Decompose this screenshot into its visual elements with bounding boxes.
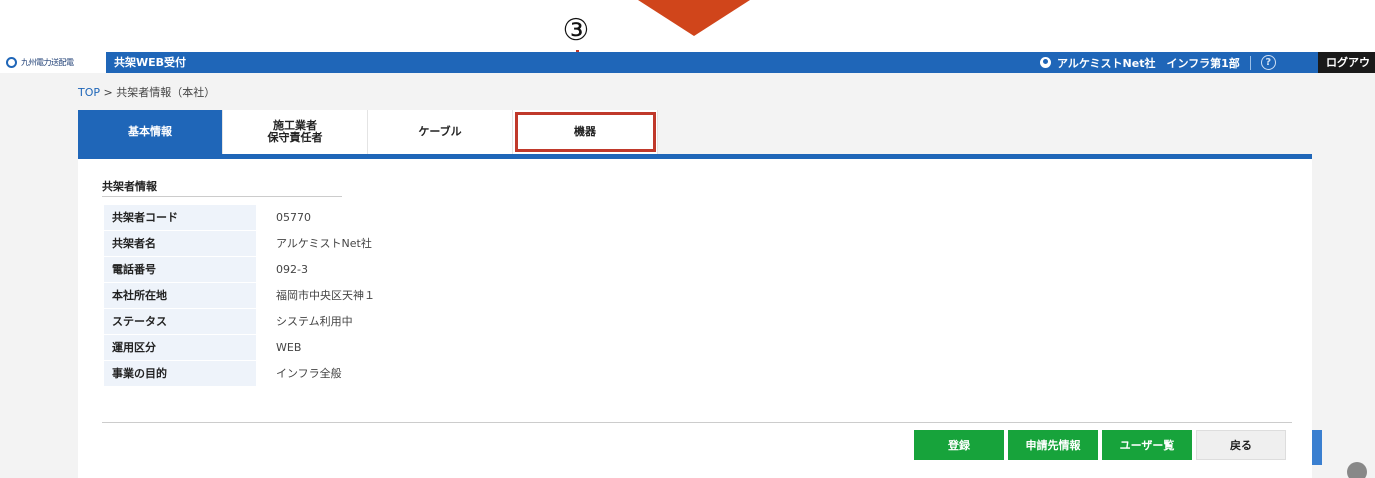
action-buttons: 登録 申請先情報 ユーザー覧 戻る (914, 430, 1286, 460)
row-value: アルケミストNet社 (276, 237, 372, 250)
breadcrumb: TOP > 共架者情報（本社） (78, 84, 215, 100)
table-row: ステータス システム利用中 (104, 309, 704, 334)
row-label: 運用区分 (104, 335, 256, 360)
table-row: 本社所在地 福岡市中央区天神１ (104, 283, 704, 308)
scroll-top-icon[interactable] (1347, 462, 1367, 478)
annotation-step-marker: ③ (554, 14, 598, 48)
tab-basic-info[interactable]: 基本情報 (78, 110, 223, 154)
company-logo[interactable]: 九州電力送配電 (0, 52, 106, 73)
row-label: ステータス (104, 309, 256, 334)
tab-cable[interactable]: ケーブル (368, 110, 513, 154)
help-icon[interactable]: ? (1260, 55, 1276, 70)
row-value: インフラ全般 (276, 367, 342, 380)
row-label: 共架者コード (104, 205, 256, 230)
table-row: 事業の目的 インフラ全般 (104, 361, 704, 386)
register-button[interactable]: 登録 (914, 430, 1004, 460)
row-label: 本社所在地 (104, 283, 256, 308)
user-icon (1040, 57, 1051, 68)
row-value: 05770 (276, 211, 311, 224)
row-value: 092-3 (276, 263, 308, 276)
tab-contractor-label: 施工業者 保守責任者 (267, 119, 323, 144)
logo-text: 九州電力送配電 (21, 58, 74, 67)
table-row: 電話番号 092-3 (104, 257, 704, 282)
table-row: 運用区分 WEB (104, 335, 704, 360)
row-value: WEB (276, 341, 302, 354)
tab-equipment[interactable]: 機器 (513, 110, 658, 154)
annotation-triangle (638, 0, 750, 36)
app-title: 共架WEB受付 (114, 56, 187, 69)
top-bar: 九州電力送配電 共架WEB受付 アルケミストNet社 インフラ第1部 ? ログア… (0, 52, 1375, 73)
row-value: システム利用中 (276, 315, 353, 328)
side-accent (1312, 430, 1322, 465)
breadcrumb-home-link[interactable]: TOP (78, 86, 100, 99)
tab-contractor[interactable]: 施工業者 保守責任者 (223, 110, 368, 154)
logo-circle-icon (6, 57, 17, 68)
user-info: アルケミストNet社 インフラ第1部 ? (1040, 52, 1276, 73)
header-divider (1249, 55, 1251, 70)
table-row: 共架者コード 05770 (104, 205, 704, 230)
breadcrumb-separator: > (100, 86, 117, 99)
tab-bar: 基本情報 施工業者 保守責任者 ケーブル 機器 (78, 110, 658, 154)
info-table: 共架者コード 05770 共架者名 アルケミストNet社 電話番号 092-3 … (104, 205, 704, 387)
section-divider (102, 196, 342, 197)
row-label: 共架者名 (104, 231, 256, 256)
logout-button[interactable]: ログアウ (1318, 52, 1375, 73)
table-row: 共架者名 アルケミストNet社 (104, 231, 704, 256)
row-label: 電話番号 (104, 257, 256, 282)
section-title: 共架者情報 (102, 180, 157, 193)
row-label: 事業の目的 (104, 361, 256, 386)
row-value: 福岡市中央区天神１ (276, 289, 375, 302)
user-label: アルケミストNet社 インフラ第1部 (1057, 56, 1240, 70)
footer-divider (102, 422, 1292, 423)
user-list-button[interactable]: ユーザー覧 (1102, 430, 1192, 460)
back-button[interactable]: 戻る (1196, 430, 1286, 460)
applicant-info-button[interactable]: 申請先情報 (1008, 430, 1098, 460)
breadcrumb-current: 共架者情報（本社） (116, 86, 216, 99)
